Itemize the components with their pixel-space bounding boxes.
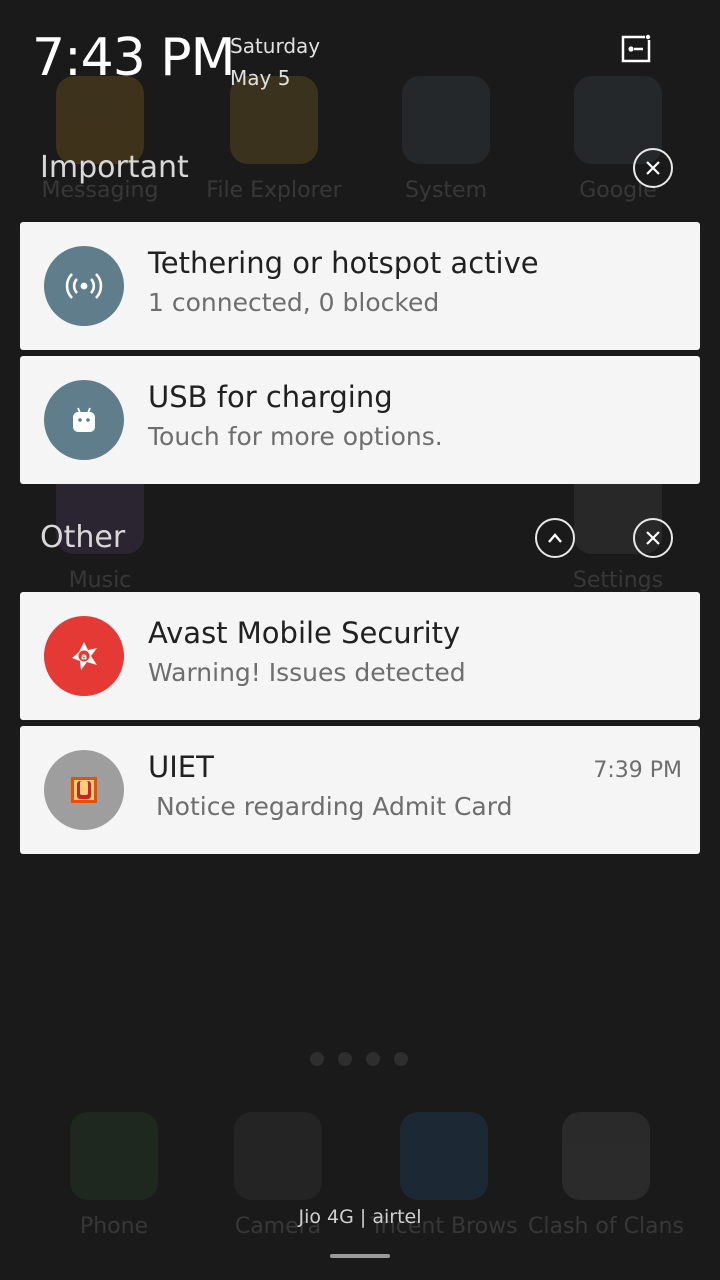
date-label: May 5 [230,66,291,90]
page-dot [366,1052,380,1066]
collapse-other-button[interactable] [535,518,575,558]
section-title-other: Other [40,520,126,555]
notification-subtitle: 1 connected, 0 blocked [148,288,440,317]
uiet-app-icon [44,750,124,830]
bg-app: System [360,76,532,203]
carrier-label: Jio 4G | airtel [298,1206,422,1228]
page-indicator [310,1052,408,1066]
notification-title: UIET [148,750,214,784]
notification-subtitle: Notice regarding Admit Card [148,792,513,821]
notification-subtitle: Warning! Issues detected [148,658,466,687]
chevron-up-icon [548,533,562,543]
game-app-icon [562,1112,650,1200]
page-dot [310,1052,324,1066]
drag-handle[interactable] [330,1254,390,1258]
close-icon [646,161,660,175]
avast-icon: a [44,616,124,696]
svg-text:a: a [81,653,87,663]
bg-app-label: Music [68,568,132,593]
bg-app-label: File Explorer [206,178,342,203]
bg-app-label: System [404,178,488,203]
bg-app: File Explorer [188,76,360,203]
page-dot [338,1052,352,1066]
notification-uiet[interactable]: UIET 7:39 PM Notice regarding Admit Card [20,726,700,854]
bg-app: Google [532,76,704,203]
phone-app-icon [70,1112,158,1200]
hotspot-icon [44,246,124,326]
day-label: Saturday [230,34,321,58]
clock: 7:43 PM [32,28,236,88]
close-icon [646,531,660,545]
dismiss-important-button[interactable] [633,148,673,188]
camera-app-icon [234,1112,322,1200]
browser-app-icon [400,1112,488,1200]
notification-title: Tethering or hotspot active [148,246,539,280]
notification-tethering[interactable]: Tethering or hotspot active 1 connected,… [20,222,700,350]
notification-subtitle: Touch for more options. [148,422,443,451]
bg-app-label: Settings [572,568,664,593]
edit-notifications-icon[interactable] [620,34,652,64]
notification-avast[interactable]: a Avast Mobile Security Warning! Issues … [20,592,700,720]
notification-time: 7:39 PM [593,758,682,783]
bg-app-label: Google [579,178,657,203]
notification-title: Avast Mobile Security [148,616,461,650]
page-dot [394,1052,408,1066]
date-display: Saturday May 5 [230,30,320,94]
system-folder-icon [402,76,490,164]
section-title-important: Important [40,150,189,185]
notification-title: USB for charging [148,380,393,414]
dismiss-other-button[interactable] [633,518,673,558]
notification-usb[interactable]: USB for charging Touch for more options. [20,356,700,484]
android-usb-icon [44,380,124,460]
